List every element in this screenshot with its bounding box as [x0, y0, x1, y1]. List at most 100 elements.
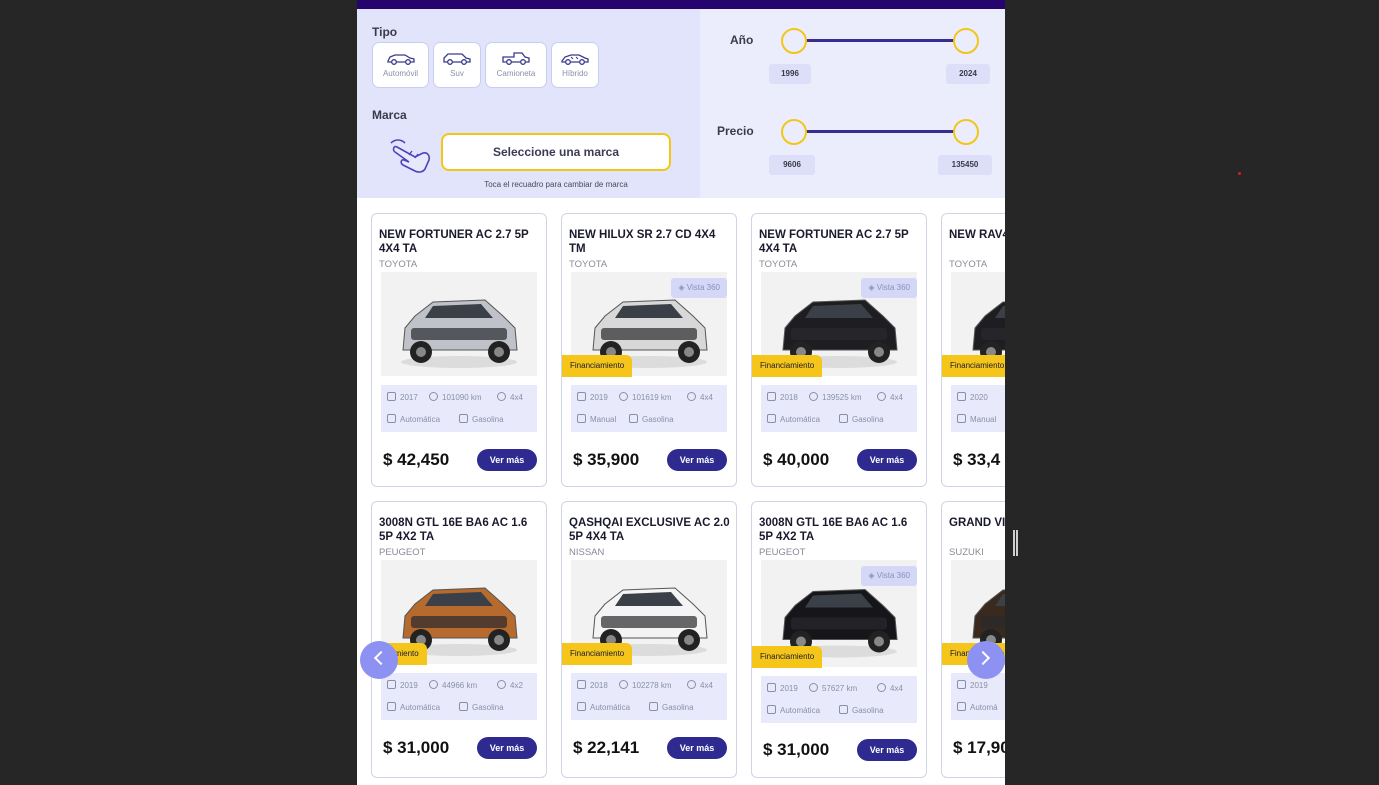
- spec-fuel: Gasolina: [839, 705, 884, 715]
- precio-slider-track[interactable]: [806, 130, 966, 133]
- card-specs: 2019 Automá: [951, 673, 1005, 720]
- vista-360-icon: ◈: [678, 283, 687, 292]
- spec-traction: 4x4: [687, 680, 713, 690]
- vehicle-card[interactable]: NEW HILUX SR 2.7 CD 4X4 TM TOYOTA ◈ Vist…: [561, 213, 737, 487]
- calendar-icon: [387, 680, 396, 689]
- tipo-label: Tipo: [372, 25, 398, 39]
- vista-360-icon: ◈: [868, 283, 877, 292]
- precio-max-value: 135450: [938, 155, 992, 175]
- vista-360-badge[interactable]: ◈ Vista 360: [861, 566, 917, 586]
- spec-traction-value: 4x4: [890, 393, 903, 402]
- anio-slider-track[interactable]: [806, 39, 966, 42]
- spec-km-value: 102278 km: [632, 681, 672, 690]
- ver-mas-button[interactable]: Ver más: [477, 449, 537, 471]
- spec-fuel-value: Gasolina: [662, 703, 694, 712]
- spec-year: 2020: [957, 392, 988, 402]
- card-price: $ 31,000: [383, 738, 450, 757]
- spec-traction: 4x4: [687, 392, 713, 402]
- ver-mas-button[interactable]: Ver más: [667, 449, 727, 471]
- card-title: NEW RAV4 TM: [949, 229, 1005, 241]
- card-title: 3008N GTL 16E BA6 AC 1.6 5P 4X2 TA: [379, 517, 528, 543]
- precio-min-handle[interactable]: [781, 119, 807, 145]
- card-title: GRAND VITARA SPORT AC: [949, 517, 1005, 529]
- gearshift-icon: [577, 702, 586, 711]
- spec-km-value: 44966 km: [442, 681, 478, 690]
- spec-transmission: Manual: [577, 414, 616, 424]
- gearshift-icon: [957, 702, 966, 711]
- spec-year: 2019: [577, 392, 608, 402]
- vehicle-card[interactable]: QASHQAI EXCLUSIVE AC 2.0 5P 4X4 TA NISSA…: [561, 501, 737, 778]
- card-price: $ 31,000: [763, 740, 830, 759]
- spec-year: 2019: [387, 680, 418, 690]
- calendar-icon: [767, 683, 776, 692]
- card-title: NEW HILUX SR 2.7 CD 4X4 TM: [569, 229, 716, 255]
- financiamiento-badge: Financiamiento: [752, 646, 823, 668]
- ver-mas-button[interactable]: Ver más: [477, 737, 537, 759]
- spec-transmission-value: Automática: [400, 703, 441, 712]
- vehicle-card[interactable]: GRAND VITARA SPORT AC SUZUKI Financiamie…: [941, 501, 1005, 778]
- precio-max-handle[interactable]: [953, 119, 979, 145]
- spec-transmission: Automática: [767, 414, 820, 424]
- calendar-icon: [957, 392, 966, 401]
- ver-mas-button[interactable]: Ver más: [857, 739, 917, 761]
- spec-transmission-value: Automática: [590, 703, 631, 712]
- odometer-icon: [619, 392, 628, 401]
- fuel-icon: [629, 414, 638, 423]
- wheel-icon: [687, 680, 696, 689]
- spec-fuel-value: Gasolina: [472, 703, 504, 712]
- ver-mas-button[interactable]: Ver más: [857, 449, 917, 471]
- ver-mas-button[interactable]: Ver más: [667, 737, 727, 759]
- vehicle-card[interactable]: NEW RAV4 TM TOYOTA Financiamiento 2020 M…: [941, 213, 1005, 487]
- spec-fuel: Gasolina: [459, 702, 504, 712]
- odometer-icon: [429, 392, 438, 401]
- fuel-icon: [459, 702, 468, 711]
- type-hibrido-button[interactable]: Híbrido: [551, 42, 599, 88]
- vehicle-card[interactable]: 3008N GTL 16E BA6 AC 1.6 5P 4X2 TA PEUGE…: [751, 501, 927, 778]
- spec-year-value: 2020: [970, 393, 988, 402]
- spec-transmission: Manual: [957, 414, 996, 424]
- anio-max-handle[interactable]: [953, 28, 979, 54]
- card-price: $ 22,141: [573, 738, 640, 757]
- precio-label: Precio: [717, 124, 754, 138]
- anio-min-handle[interactable]: [781, 28, 807, 54]
- type-camioneta-button[interactable]: Camioneta: [485, 42, 547, 88]
- tap-hand-icon: [390, 139, 430, 173]
- card-specs: 2019 101619 km 4x4 Manual Gasolina: [571, 385, 727, 432]
- card-specs: 2018 102278 km 4x4 Automática Gasolina: [571, 673, 727, 720]
- chevron-left-icon: [373, 650, 389, 666]
- card-price: $ 33,4: [953, 450, 1001, 469]
- spec-km: 101090 km: [429, 392, 482, 402]
- card-brand: TOYOTA: [949, 259, 988, 270]
- card-image[interactable]: [381, 272, 537, 376]
- card-brand: TOYOTA: [569, 259, 608, 270]
- vehicle-card[interactable]: NEW FORTUNER AC 2.7 5P 4X4 TA TOYOTA ◈ V…: [751, 213, 927, 487]
- type-label: Suv: [450, 69, 464, 78]
- odometer-icon: [619, 680, 628, 689]
- carousel-prev-button[interactable]: [360, 641, 398, 679]
- spec-transmission-value: Automática: [400, 415, 441, 424]
- resize-handle[interactable]: [1013, 530, 1018, 556]
- vista-360-label: Vista 360: [686, 283, 720, 292]
- gearshift-icon: [957, 414, 966, 423]
- vista-360-badge[interactable]: ◈ Vista 360: [671, 278, 727, 298]
- spec-km-value: 139525 km: [822, 393, 862, 402]
- type-automovil-button[interactable]: Automóvil: [372, 42, 429, 88]
- card-price: $ 35,900: [573, 450, 640, 469]
- vista-360-badge[interactable]: ◈ Vista 360: [861, 278, 917, 298]
- filters-type-brand-panel: Tipo Automóvil Suv Camioneta Híbrido Mar…: [357, 9, 700, 198]
- vehicle-card[interactable]: 3008N GTL 16E BA6 AC 1.6 5P 4X2 TA PEUGE…: [371, 501, 547, 778]
- spec-transmission-value: Manual: [970, 415, 997, 424]
- financiamiento-badge: Financiamiento: [942, 355, 1005, 377]
- brand-select[interactable]: Seleccione una marca: [441, 133, 671, 171]
- spec-traction-value: 4x4: [510, 393, 523, 402]
- type-label: Híbrido: [562, 69, 588, 78]
- spec-year-value: 2018: [590, 681, 608, 690]
- carousel-next-button[interactable]: [967, 641, 1005, 679]
- gearshift-icon: [577, 414, 586, 423]
- card-specs: 2020 Manual: [951, 385, 1005, 432]
- spec-km-value: 101619 km: [632, 393, 672, 402]
- vehicle-card[interactable]: NEW FORTUNER AC 2.7 5P 4X4 TA TOYOTA 201…: [371, 213, 547, 487]
- card-specs: 2019 44966 km 4x2 Automática Gasolina: [381, 673, 537, 720]
- type-suv-button[interactable]: Suv: [433, 42, 481, 88]
- calendar-icon: [957, 680, 966, 689]
